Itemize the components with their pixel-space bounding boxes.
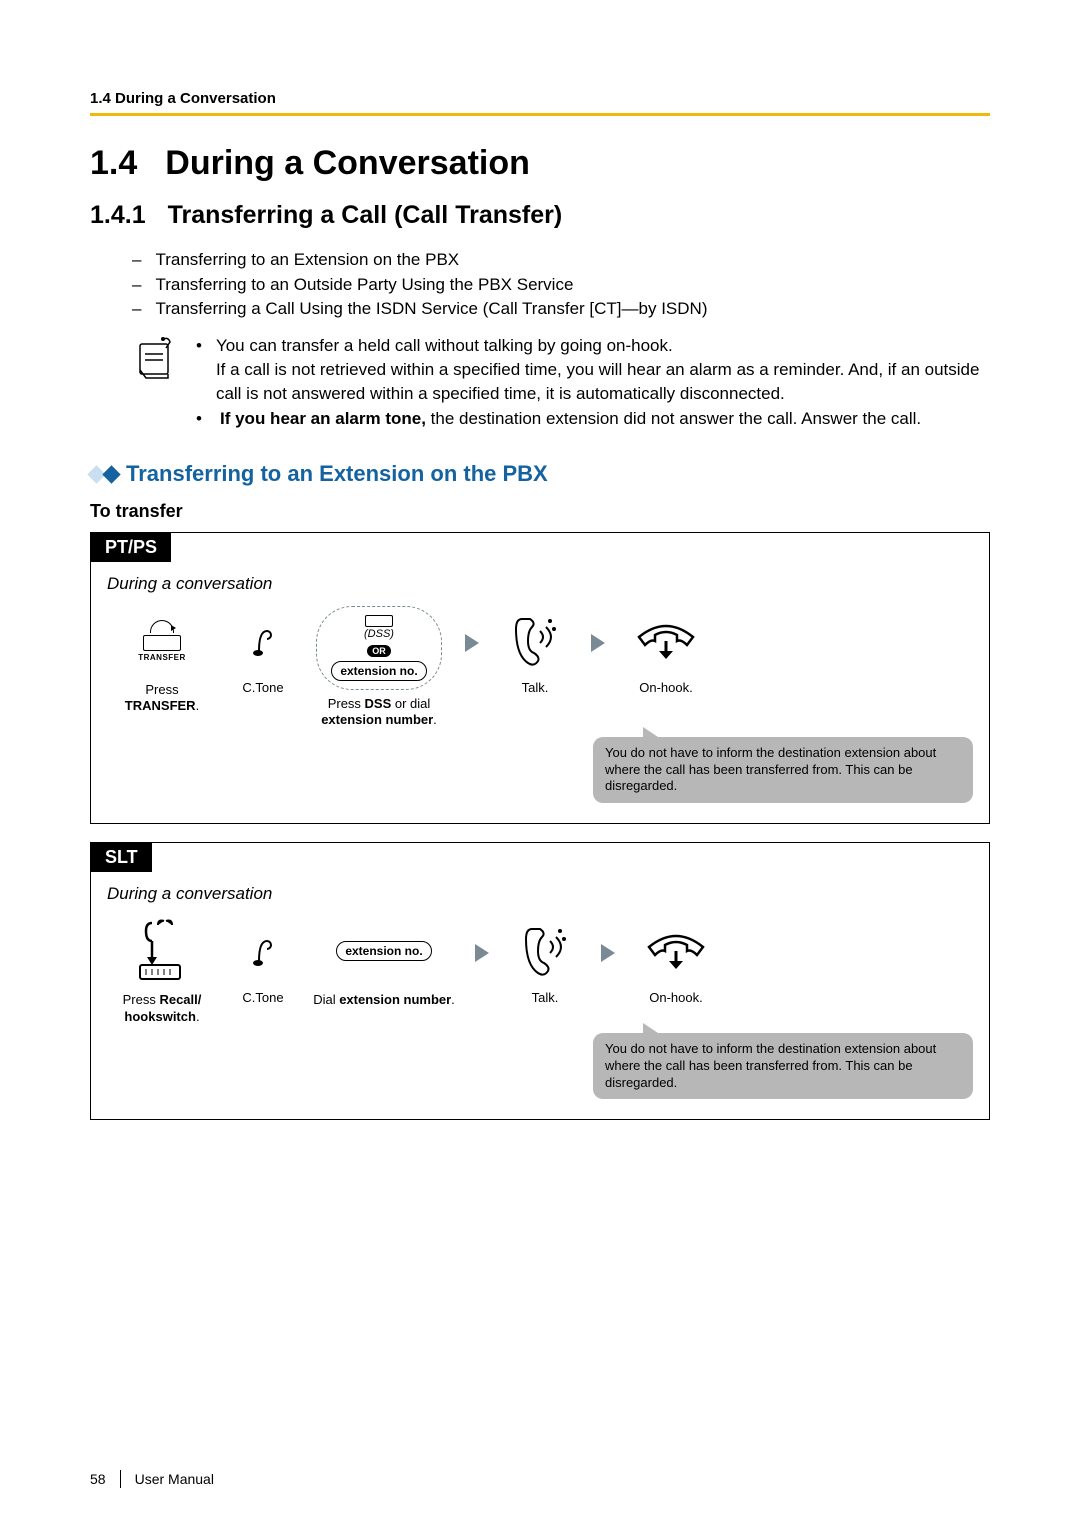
confirmation-tone-icon [249, 606, 277, 676]
talk-label: Talk. [522, 680, 549, 695]
ctone-label: C.Tone [242, 680, 283, 695]
running-header: 1.4 During a Conversation [90, 90, 990, 116]
or-label: OR [367, 645, 391, 657]
doc-title: User Manual [135, 1471, 214, 1487]
step-caption: Press DSS or dial extension number. [321, 696, 437, 729]
to-transfer-heading: To transfer [90, 501, 990, 522]
arrow-icon [465, 634, 479, 652]
extension-no-pill: extension no. [336, 941, 431, 961]
page-footer: 58 User Manual [90, 1470, 214, 1488]
talk-icon [520, 916, 570, 986]
step-caption: Press TRANSFER. [107, 682, 217, 715]
dss-or-extension-group: (DSS) OR extension no. [316, 606, 441, 690]
note-block: • You can transfer a held call without t… [132, 334, 990, 433]
speech-bubble: You do not have to inform the destinatio… [593, 737, 973, 804]
dss-key-icon [365, 615, 393, 627]
onhook-icon [633, 606, 699, 676]
step-caption: Dial extension number. [313, 992, 455, 1008]
topic-list: –Transferring to an Extension on the PBX… [132, 248, 990, 322]
step-caption: Press Recall/hookswitch. [123, 992, 202, 1025]
section-number: 1.4 [90, 144, 137, 182]
transfer-key-icon: TRANSFER [133, 620, 191, 662]
subsection-heading: 1.4.1 Transferring a Call (Call Transfer) [90, 201, 990, 230]
context-line: During a conversation [107, 884, 973, 904]
note-text: the destination extension did not answer… [426, 409, 921, 428]
onhook-label: On-hook. [649, 990, 702, 1005]
list-item: Transferring to an Extension on the PBX [155, 248, 459, 273]
note-text: If a call is not retrieved within a spec… [216, 360, 980, 403]
page-number: 58 [90, 1471, 106, 1487]
note-icon [132, 334, 178, 380]
arrow-icon [475, 944, 489, 962]
talk-icon [510, 606, 560, 676]
note-bold: If you hear an alarm tone, [220, 409, 426, 428]
hookswitch-icon [134, 916, 190, 986]
dss-label: (DSS) [358, 627, 400, 641]
subsection-number: 1.4.1 [90, 201, 146, 229]
diamond-icon [102, 465, 120, 483]
onhook-label: On-hook. [639, 680, 692, 695]
subsection-title: Transferring a Call (Call Transfer) [168, 201, 563, 229]
speech-bubble: You do not have to inform the destinatio… [593, 1033, 973, 1100]
context-line: During a conversation [107, 574, 973, 594]
blue-heading-row: Transferring to an Extension on the PBX [90, 461, 990, 487]
procedure-tab: SLT [91, 843, 152, 872]
note-text: You can transfer a held call without tal… [216, 336, 673, 355]
section-heading: 1.4 During a Conversation [90, 144, 990, 183]
blue-heading: Transferring to an Extension on the PBX [126, 461, 548, 487]
talk-label: Talk. [532, 990, 559, 1005]
arrow-icon [591, 634, 605, 652]
list-item: Transferring to an Outside Party Using t… [155, 273, 573, 298]
confirmation-tone-icon [249, 916, 277, 986]
list-item: Transferring a Call Using the ISDN Servi… [155, 297, 707, 322]
onhook-icon [643, 916, 709, 986]
arrow-icon [601, 944, 615, 962]
procedure-box-slt: SLT During a conversation [90, 842, 990, 1120]
section-title: During a Conversation [165, 144, 530, 182]
procedure-tab: PT/PS [91, 533, 171, 562]
ctone-label: C.Tone [242, 990, 283, 1005]
extension-no-pill: extension no. [331, 661, 426, 681]
procedure-box-ptps: PT/PS During a conversation TRANSFER Pre… [90, 532, 990, 824]
